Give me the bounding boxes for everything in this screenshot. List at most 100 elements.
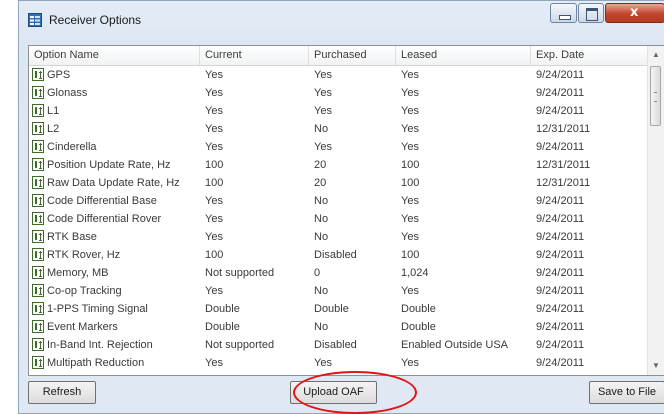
row-purchased: Yes xyxy=(314,141,332,153)
close-button[interactable]: x xyxy=(605,3,664,23)
row-exp-date: 9/24/2011 xyxy=(536,195,585,207)
row-exp-date: 9/24/2011 xyxy=(536,69,585,81)
minimize-button[interactable] xyxy=(550,3,577,23)
option-document-icon xyxy=(32,320,44,333)
row-exp-date: 9/24/2011 xyxy=(536,339,585,351)
table-row[interactable]: Position Update Rate, Hz 100 20 100 12/31/20… xyxy=(29,156,649,174)
red-ellipse-highlight xyxy=(293,371,417,414)
row-exp-date: 12/31/2011 xyxy=(536,159,591,171)
refresh-button[interactable]: Refresh xyxy=(28,381,96,404)
row-exp-date: 9/24/2011 xyxy=(536,141,585,153)
row-option-label: RTK Base xyxy=(47,231,97,243)
row-purchased: Disabled xyxy=(314,249,357,261)
option-document-icon xyxy=(32,122,44,135)
row-option-label: GPS xyxy=(47,69,71,81)
maximize-button[interactable] xyxy=(578,3,604,23)
row-current: Yes xyxy=(205,141,223,153)
table-row[interactable]: GPS Yes Yes Yes 9/24/2011 xyxy=(29,66,649,84)
row-current: Yes xyxy=(205,213,223,225)
row-exp-date: 9/24/2011 xyxy=(536,321,585,333)
list-header: Option Name Current Purchased Leased Exp… xyxy=(29,46,649,66)
table-row[interactable]: RTK Rover, Hz 100 Disabled 100 9/24/2011 xyxy=(29,246,649,264)
row-leased: Yes xyxy=(401,195,419,207)
row-option-label: Code Differential Base xyxy=(47,195,157,207)
option-document-icon xyxy=(32,194,44,207)
column-header-exp-date[interactable]: Exp. Date xyxy=(531,46,649,65)
row-leased: Yes xyxy=(401,231,419,243)
row-current: Double xyxy=(205,303,240,315)
table-row[interactable]: 1-PPS Timing Signal Double Double Double 9/2… xyxy=(29,300,649,318)
row-option-label: 1-PPS Timing Signal xyxy=(47,303,148,315)
row-option-label: RTK Rover, Hz xyxy=(47,249,121,261)
table-row[interactable]: Event Markers Double No Double 9/24/2011 xyxy=(29,318,649,336)
row-exp-date: 9/24/2011 xyxy=(536,105,585,117)
table-row[interactable]: Memory, MB Not supported 0 1,024 9/24/2011 xyxy=(29,264,649,282)
option-document-icon xyxy=(32,230,44,243)
row-leased: 100 xyxy=(401,177,420,189)
row-current: Not supported xyxy=(205,339,275,351)
row-exp-date: 9/24/2011 xyxy=(536,213,585,225)
table-row[interactable]: RTK Base Yes No Yes 9/24/2011 xyxy=(29,228,649,246)
scrollbar-thumb[interactable] xyxy=(650,66,661,126)
option-document-icon xyxy=(32,86,44,99)
row-purchased: No xyxy=(314,321,329,333)
row-leased: 100 xyxy=(401,249,420,261)
save-to-file-button[interactable]: Save to File xyxy=(589,381,664,404)
row-option-label: Event Markers xyxy=(47,321,118,333)
row-leased: Yes xyxy=(401,69,419,81)
row-purchased: No xyxy=(314,195,329,207)
row-leased: Double xyxy=(401,303,436,315)
option-document-icon xyxy=(32,140,44,153)
row-option-label: Co-op Tracking xyxy=(47,285,122,297)
row-purchased: No xyxy=(314,213,329,225)
options-list[interactable]: Option Name Current Purchased Leased Exp… xyxy=(28,45,664,376)
row-current: Yes xyxy=(205,105,223,117)
column-header-option-name[interactable]: Option Name xyxy=(29,46,200,65)
scroll-up-arrow-icon[interactable]: ▲ xyxy=(651,48,661,62)
table-row[interactable]: Code Differential Base Yes No Yes 9/24/2011 xyxy=(29,192,649,210)
table-row[interactable]: Code Differential Rover Yes No Yes 9/24/2011 xyxy=(29,210,649,228)
row-option-label: Raw Data Update Rate, Hz xyxy=(47,177,180,189)
row-option-label: Multipath Reduction xyxy=(47,357,145,369)
row-leased: Yes xyxy=(401,87,419,99)
row-exp-date: 9/24/2011 xyxy=(536,87,585,99)
row-option-label: Memory, MB xyxy=(47,267,109,279)
receiver-options-app-icon xyxy=(28,13,42,27)
row-current: Yes xyxy=(205,123,223,135)
row-exp-date: 12/31/2011 xyxy=(536,177,591,189)
option-document-icon xyxy=(32,284,44,297)
table-row[interactable]: L1 Yes Yes Yes 9/24/2011 xyxy=(29,102,649,120)
row-exp-date: 12/31/2011 xyxy=(536,123,591,135)
table-row[interactable]: Multipath Reduction Yes Yes Yes 9/24/2011 xyxy=(29,354,649,372)
table-row[interactable]: Cinderella Yes Yes Yes 9/24/2011 xyxy=(29,138,649,156)
row-current: Not supported xyxy=(205,267,275,279)
row-purchased: Double xyxy=(314,303,349,315)
table-row[interactable]: Raw Data Update Rate, Hz 100 20 100 12/31/20… xyxy=(29,174,649,192)
row-current: 100 xyxy=(205,177,224,189)
row-purchased: Yes xyxy=(314,105,332,117)
column-header-purchased[interactable]: Purchased xyxy=(309,46,396,65)
table-row[interactable]: L2 Yes No Yes 12/31/2011 xyxy=(29,120,649,138)
scroll-down-arrow-icon[interactable]: ▼ xyxy=(651,359,661,373)
row-option-label: In-Band Int. Rejection xyxy=(47,339,153,351)
row-purchased: 20 xyxy=(314,159,327,171)
vertical-scrollbar[interactable]: ▲ ▼ xyxy=(647,46,664,375)
table-row[interactable]: In-Band Int. Rejection Not supported Disab… xyxy=(29,336,649,354)
title-bar[interactable]: Receiver Options x xyxy=(19,1,664,33)
row-purchased: No xyxy=(314,231,329,243)
row-option-label: L1 xyxy=(47,105,60,117)
row-current: Yes xyxy=(205,195,223,207)
table-row[interactable]: Glonass Yes Yes Yes 9/24/2011 xyxy=(29,84,649,102)
receiver-options-window: Receiver Options x Option Name Current P… xyxy=(18,0,664,414)
row-purchased: No xyxy=(314,123,329,135)
option-document-icon xyxy=(32,104,44,117)
row-purchased: Yes xyxy=(314,357,332,369)
row-current: Yes xyxy=(205,87,223,99)
row-option-label: Code Differential Rover xyxy=(47,213,162,225)
row-purchased: No xyxy=(314,285,329,297)
table-row[interactable]: Co-op Tracking Yes No Yes 9/24/2011 xyxy=(29,282,649,300)
option-document-icon xyxy=(32,338,44,351)
row-leased: 1,024 xyxy=(401,267,429,279)
column-header-current[interactable]: Current xyxy=(200,46,309,65)
column-header-leased[interactable]: Leased xyxy=(396,46,531,65)
